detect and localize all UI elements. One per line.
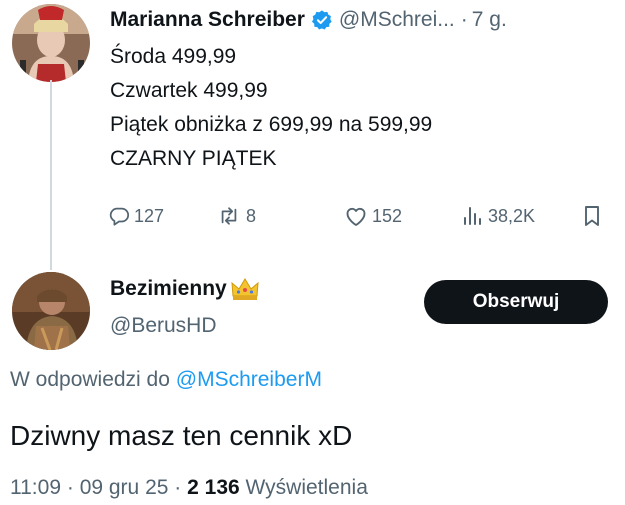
avatar-bezimienny[interactable] xyxy=(12,272,90,350)
tweet2-author: Bezimienny xyxy=(110,276,260,302)
repost-icon xyxy=(216,205,242,227)
reply-mention-link[interactable]: @MSchreiberM xyxy=(176,368,322,391)
tweet1-header: Marianna Schreiber @MSchrei... · 7 g. xyxy=(110,6,507,34)
reply-context: W odpowiedzi do @MSchreiberM xyxy=(10,368,322,392)
like-button[interactable]: 152 xyxy=(344,198,402,234)
views-button[interactable]: 38,2K xyxy=(462,198,535,234)
tweet2-views-label: Wyświetlenia xyxy=(245,476,368,499)
follow-button[interactable]: Obserwuj xyxy=(424,280,608,324)
bookmark-icon xyxy=(582,205,602,227)
tweet1-separator: · xyxy=(460,8,468,31)
meta-separator: · xyxy=(174,476,182,499)
tweet1-line: Piątek obniżka z 699,99 na 599,99 xyxy=(110,113,433,136)
tweet1-action-bar: 127 8 152 38,2K xyxy=(108,198,608,234)
reply-prefix: W odpowiedzi do xyxy=(10,368,170,391)
views-count: 38,2K xyxy=(488,205,536,226)
reply-count: 127 xyxy=(134,205,165,226)
tweet2-view-count: 2 136 xyxy=(187,476,240,499)
tweet1-author-name[interactable]: Marianna Schreiber xyxy=(110,8,305,32)
tweet2-author-handle[interactable]: @BerusHD xyxy=(110,314,217,338)
heart-icon xyxy=(344,205,368,227)
reply-button[interactable]: 127 xyxy=(108,198,164,234)
repost-button[interactable]: 8 xyxy=(216,198,256,234)
crown-icon xyxy=(230,276,260,302)
tweet1-line: CZARNY PIĄTEK xyxy=(110,147,277,170)
bookmark-button[interactable] xyxy=(582,198,602,234)
tweet2-meta: 11:09 · 09 gru 25 · 2 136 Wyświetlenia xyxy=(10,476,368,500)
tweet1-line: Czwartek 499,99 xyxy=(110,79,268,102)
thread-connector-line xyxy=(50,80,52,270)
tweet2-author-name[interactable]: Bezimienny xyxy=(110,277,227,301)
tweet1-author-handle[interactable]: @MSchrei... xyxy=(339,8,455,32)
verified-badge-icon xyxy=(311,9,333,31)
tweet1-time[interactable]: 7 g. xyxy=(472,8,507,32)
like-count: 152 xyxy=(372,205,403,226)
avatar-marianna[interactable] xyxy=(12,4,90,82)
tweet1-line: Środa 499,99 xyxy=(110,45,237,68)
reply-icon xyxy=(108,205,130,227)
repost-count: 8 xyxy=(246,205,257,226)
tweet1-text: Środa 499,99 Czwartek 499,99 Piątek obni… xyxy=(110,40,432,176)
tweet2-date[interactable]: 09 gru 25 xyxy=(80,476,169,499)
meta-separator: · xyxy=(66,476,74,499)
bar-chart-icon xyxy=(462,205,484,227)
tweet2-time[interactable]: 11:09 xyxy=(10,476,61,499)
tweet2-text: Dziwny masz ten cennik xD xyxy=(10,420,353,451)
